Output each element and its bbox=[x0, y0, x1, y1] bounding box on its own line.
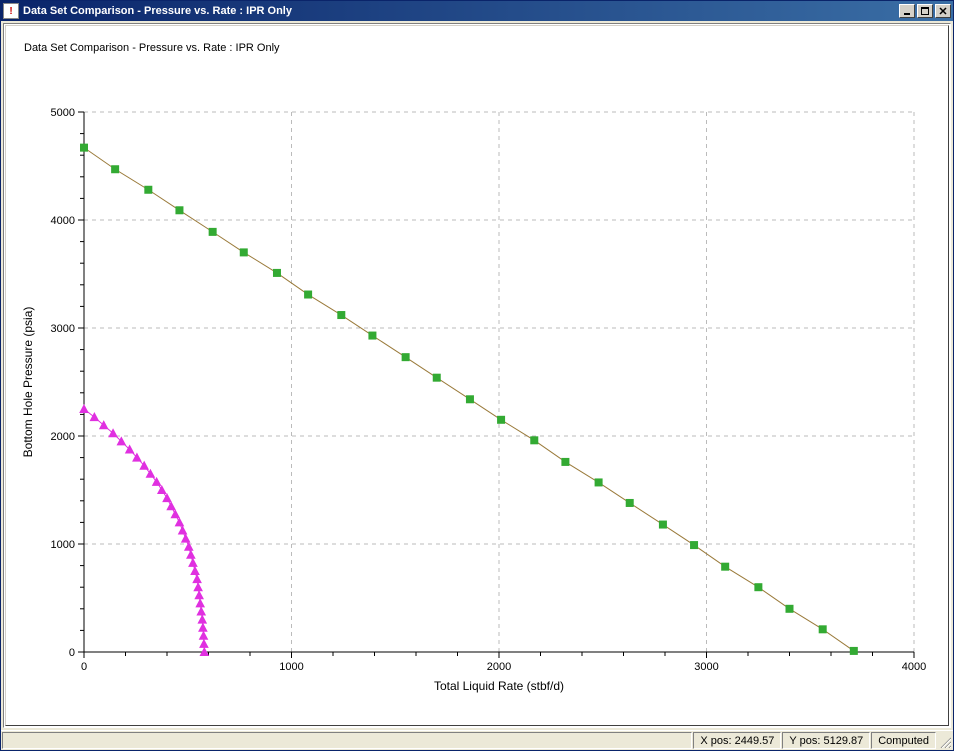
svg-text:1000: 1000 bbox=[279, 661, 303, 673]
chart-plot: 0 1000 2000 3000 4000 5000 0 1000 2000 3000 4000 Bo… bbox=[4, 24, 950, 727]
svg-text:4000: 4000 bbox=[902, 661, 926, 673]
svg-text:Bottom Hole Pressure (psia): Bottom Hole Pressure (psia) bbox=[21, 307, 35, 458]
svg-text:4000: 4000 bbox=[51, 215, 75, 227]
svg-text:Total Liquid Rate (stbf/d): Total Liquid Rate (stbf/d) bbox=[434, 679, 564, 693]
maximize-icon bbox=[921, 7, 929, 15]
svg-text:3000: 3000 bbox=[51, 323, 75, 335]
resize-grip[interactable] bbox=[937, 731, 953, 750]
close-button[interactable] bbox=[935, 4, 951, 18]
svg-text:2000: 2000 bbox=[487, 661, 511, 673]
svg-text:0: 0 bbox=[81, 661, 87, 673]
window-buttons bbox=[899, 4, 951, 18]
statusbar: X pos: 2449.57 Y pos: 5129.87 Computed bbox=[1, 730, 953, 750]
svg-text:3000: 3000 bbox=[694, 661, 718, 673]
status-xpos-label: X pos: bbox=[700, 735, 731, 747]
status-xpos-value: 2449.57 bbox=[735, 735, 775, 747]
close-icon bbox=[939, 7, 947, 15]
status-ypos: Y pos: 5129.87 bbox=[782, 732, 870, 749]
svg-text:0: 0 bbox=[69, 647, 75, 659]
status-xpos: X pos: 2449.57 bbox=[693, 732, 781, 749]
svg-text:2000: 2000 bbox=[51, 431, 75, 443]
app-icon: ! bbox=[3, 3, 19, 19]
status-mode: Computed bbox=[871, 732, 936, 749]
resize-grip-icon bbox=[939, 736, 951, 748]
maximize-button[interactable] bbox=[917, 4, 933, 18]
minimize-button[interactable] bbox=[899, 4, 915, 18]
status-spacer bbox=[2, 732, 692, 749]
status-ypos-label: Y pos: bbox=[789, 735, 820, 747]
window-title: Data Set Comparison - Pressure vs. Rate … bbox=[23, 5, 899, 17]
titlebar[interactable]: ! Data Set Comparison - Pressure vs. Rat… bbox=[1, 1, 953, 21]
svg-text:1000: 1000 bbox=[51, 539, 75, 551]
svg-text:5000: 5000 bbox=[51, 107, 75, 119]
status-ypos-value: 5129.87 bbox=[823, 735, 863, 747]
minimize-icon bbox=[903, 7, 911, 15]
chart-area[interactable]: Data Set Comparison - Pressure vs. Rate … bbox=[3, 23, 951, 728]
app-window: ! Data Set Comparison - Pressure vs. Rat… bbox=[0, 0, 954, 751]
